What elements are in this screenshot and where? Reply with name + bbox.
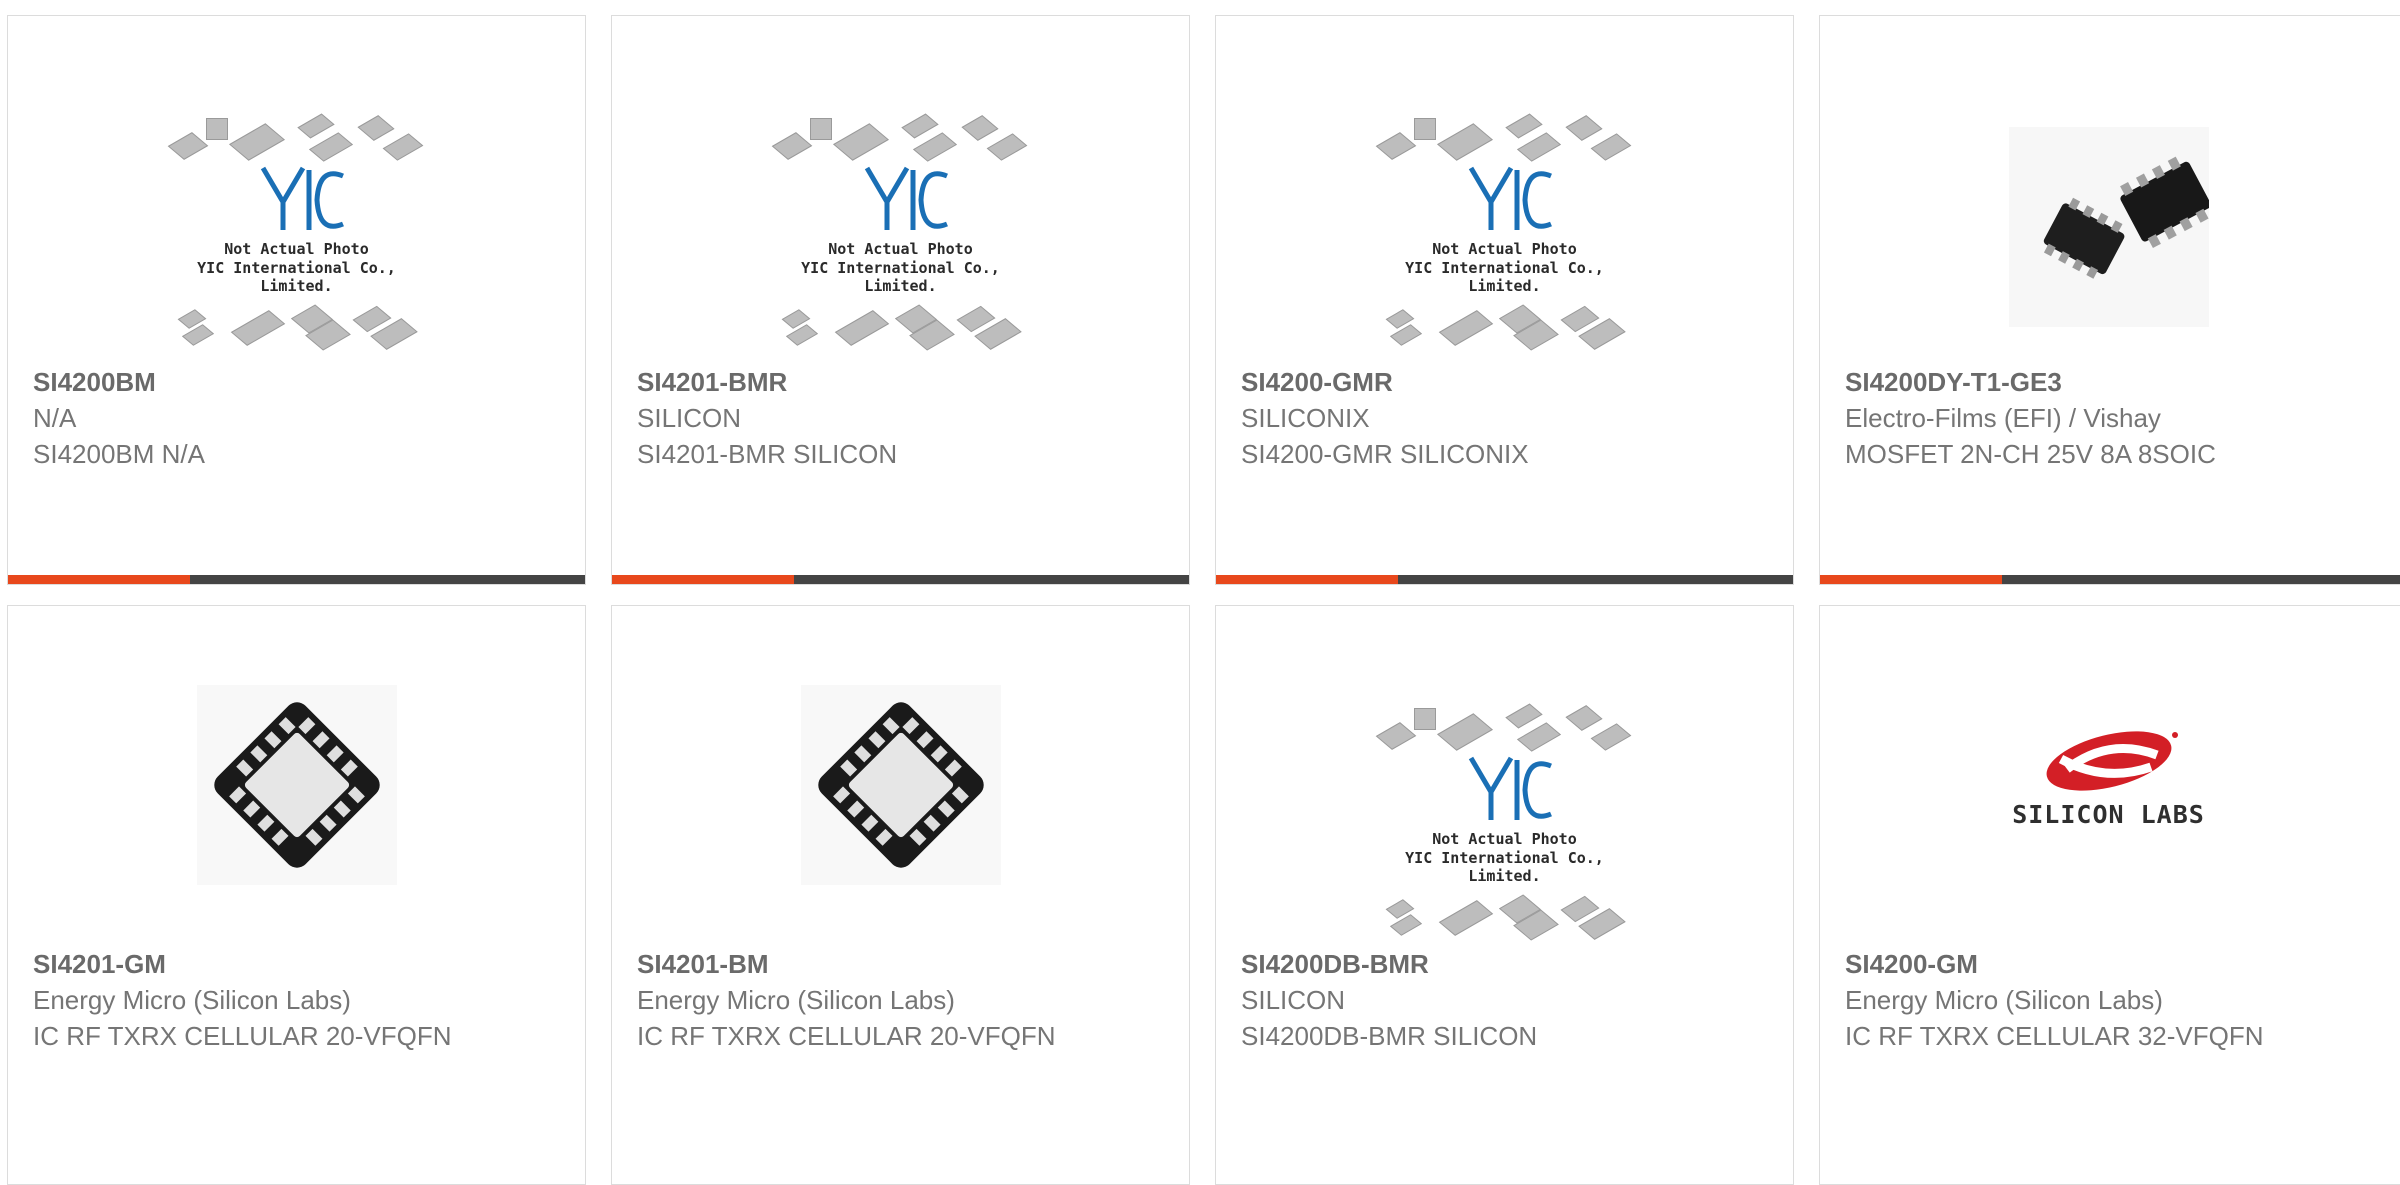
description: IC RF TXRX CELLULAR 20-VFQFN [33, 1021, 452, 1051]
chip-packages-graphic [766, 302, 1036, 351]
placeholder-caption: Not Actual Photo [224, 240, 369, 258]
placeholder-company: YIC International Co., Limited. [1405, 849, 1604, 885]
part-number[interactable]: SI4200DY-T1-GE3 [1845, 364, 2285, 400]
card-accent-bar [612, 575, 794, 584]
product-info: SI4200DY-T1-GE3 Electro-Films (EFI) / Vi… [1845, 364, 2285, 472]
placeholder-company: YIC International Co., Limited. [801, 259, 1000, 295]
manufacturer: N/A [33, 403, 77, 433]
part-number[interactable]: SI4201-BMR [637, 364, 1077, 400]
product-image[interactable] [30, 664, 563, 906]
part-number[interactable]: SI4200BM [33, 364, 473, 400]
product-info: SI4201-BM Energy Micro (Silicon Labs) IC… [637, 946, 1077, 1054]
chip-packages-graphic [1370, 112, 1640, 162]
card-bottom-bar [8, 575, 585, 584]
description: SI4200-GMR SILICONIX [1241, 439, 1529, 469]
product-card[interactable]: SI4201-BM Energy Micro (Silicon Labs) IC… [611, 605, 1190, 1185]
silicon-labs-logo-text: SILICON LABS [2012, 800, 2205, 829]
card-bottom-bar [1820, 575, 2400, 584]
product-info: SI4201-BMR SILICON SI4201-BMR SILICON [637, 364, 1077, 472]
placeholder-caption: Not Actual Photo [1432, 830, 1577, 848]
product-card[interactable]: Not Actual Photo YIC International Co., … [1215, 605, 1794, 1185]
product-info: SI4200-GMR SILICONIX SI4200-GMR SILICONI… [1241, 364, 1681, 472]
chip-packages-graphic [766, 112, 1036, 162]
description: IC RF TXRX CELLULAR 32-VFQFN [1845, 1021, 2264, 1051]
product-image[interactable]: Not Actual Photo YIC International Co., … [1238, 106, 1771, 351]
chip-packages-graphic [1370, 892, 1640, 941]
manufacturer: Electro-Films (EFI) / Vishay [1845, 403, 2161, 433]
part-number[interactable]: SI4201-BM [637, 946, 1077, 982]
product-image[interactable] [634, 664, 1167, 906]
product-card[interactable]: SILICON LABS SI4200-GM Energy Micro (Sil… [1819, 605, 2400, 1185]
manufacturer: Energy Micro (Silicon Labs) [637, 985, 955, 1015]
description: SI4201-BMR SILICON [637, 439, 898, 469]
product-image[interactable] [1842, 106, 2375, 348]
product-card[interactable]: Not Actual Photo YIC International Co., … [1215, 15, 1794, 585]
product-card[interactable]: Not Actual Photo YIC International Co., … [7, 15, 586, 585]
product-info: SI4200BM N/A SI4200BM N/A [33, 364, 473, 472]
product-image[interactable]: Not Actual Photo YIC International Co., … [634, 106, 1167, 351]
yic-logo-icon [1468, 756, 1552, 820]
soic-chip-photo [2008, 127, 2209, 327]
description: SI4200BM N/A [33, 439, 205, 469]
yic-logo-icon [864, 166, 948, 230]
placeholder-image: Not Actual Photo YIC International Co., … [1370, 106, 1640, 351]
description: IC RF TXRX CELLULAR 20-VFQFN [637, 1021, 1056, 1051]
manufacturer: Energy Micro (Silicon Labs) [1845, 985, 2163, 1015]
placeholder-company: YIC International Co., Limited. [197, 259, 396, 295]
product-card[interactable]: SI4200DY-T1-GE3 Electro-Films (EFI) / Vi… [1819, 15, 2400, 585]
part-number[interactable]: SI4200DB-BMR [1241, 946, 1681, 982]
product-image[interactable]: Not Actual Photo YIC International Co., … [1238, 696, 1771, 941]
qfn-chip-photo [800, 685, 1001, 885]
manufacturer: SILICONIX [1241, 403, 1370, 433]
manufacturer: SILICON [637, 403, 742, 433]
card-bottom-bar [1216, 575, 1793, 584]
chip-packages-graphic [1370, 302, 1640, 351]
part-number[interactable]: SI4200-GMR [1241, 364, 1681, 400]
product-grid: Not Actual Photo YIC International Co., … [0, 0, 2400, 1185]
placeholder-company: YIC International Co., Limited. [1405, 259, 1604, 295]
placeholder-image: Not Actual Photo YIC International Co., … [162, 106, 432, 351]
product-info: SI4200DB-BMR SILICON SI4200DB-BMR SILICO… [1241, 946, 1681, 1054]
description: SI4200DB-BMR SILICON [1241, 1021, 1538, 1051]
placeholder-image: Not Actual Photo YIC International Co., … [766, 106, 1036, 351]
part-number[interactable]: SI4201-GM [33, 946, 473, 982]
chip-packages-graphic [162, 302, 432, 351]
yic-logo-icon [1468, 166, 1552, 230]
description: MOSFET 2N-CH 25V 8A 8SOIC [1845, 439, 2216, 469]
product-image[interactable]: SILICON LABS [1842, 664, 2375, 906]
part-number[interactable]: SI4200-GM [1845, 946, 2285, 982]
silicon-labs-logo-icon [2008, 685, 2209, 885]
manufacturer: SILICON [1241, 985, 1346, 1015]
yic-logo-icon [260, 166, 344, 230]
chip-packages-graphic [1370, 702, 1640, 752]
placeholder-caption: Not Actual Photo [828, 240, 973, 258]
manufacturer: Energy Micro (Silicon Labs) [33, 985, 351, 1015]
chip-packages-graphic [162, 112, 432, 162]
placeholder-caption: Not Actual Photo [1432, 240, 1577, 258]
card-accent-bar [1216, 575, 1398, 584]
product-info: SI4201-GM Energy Micro (Silicon Labs) IC… [33, 946, 473, 1054]
placeholder-image: Not Actual Photo YIC International Co., … [1370, 696, 1640, 941]
card-accent-bar [1820, 575, 2002, 584]
card-bottom-bar [612, 575, 1189, 584]
product-info: SI4200-GM Energy Micro (Silicon Labs) IC… [1845, 946, 2285, 1054]
product-image[interactable]: Not Actual Photo YIC International Co., … [30, 106, 563, 351]
qfn-chip-photo [196, 685, 397, 885]
product-card[interactable]: Not Actual Photo YIC International Co., … [611, 15, 1190, 585]
product-card[interactable]: SI4201-GM Energy Micro (Silicon Labs) IC… [7, 605, 586, 1185]
card-accent-bar [8, 575, 190, 584]
